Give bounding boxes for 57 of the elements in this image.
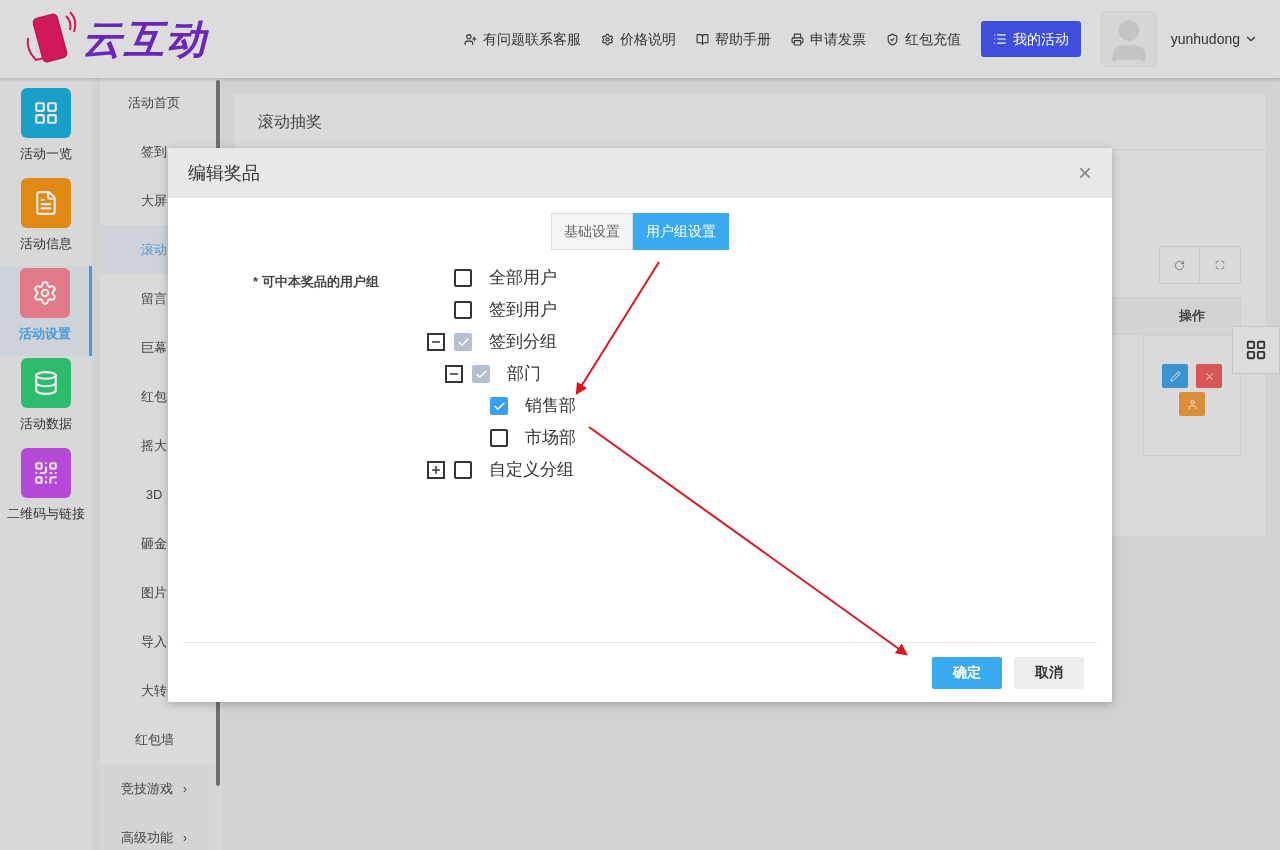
checkbox[interactable] bbox=[454, 301, 472, 319]
tree-label: 全部用户 bbox=[489, 267, 557, 290]
pencil-icon bbox=[1169, 370, 1181, 382]
header-link[interactable]: 申请发票 bbox=[790, 28, 866, 50]
header-link[interactable]: 有问题联系客服 bbox=[463, 28, 581, 50]
nav-label: 活动一览 bbox=[20, 145, 72, 163]
user-icon bbox=[1186, 398, 1198, 410]
checkbox[interactable] bbox=[454, 333, 472, 351]
check-icon bbox=[492, 399, 506, 413]
close-icon bbox=[1203, 370, 1215, 382]
header-link[interactable]: 帮助手册 bbox=[695, 28, 771, 50]
grid-icon bbox=[1245, 339, 1267, 361]
list-icon bbox=[992, 32, 1007, 46]
refresh-icon bbox=[1174, 259, 1185, 271]
submenu-item[interactable]: 活动首页 bbox=[100, 78, 215, 127]
fullscreen-icon bbox=[1215, 260, 1225, 270]
checkbox[interactable] bbox=[490, 429, 508, 447]
header-link[interactable]: 红包充值 bbox=[885, 28, 961, 50]
my-activities-button[interactable]: 我的活动 bbox=[980, 21, 1081, 57]
nav-item[interactable]: 活动信息 bbox=[0, 176, 92, 266]
collapse-icon[interactable] bbox=[445, 365, 463, 383]
header-link[interactable]: 价格说明 bbox=[600, 28, 676, 50]
tree-label: 部门 bbox=[507, 363, 541, 386]
checkbox[interactable] bbox=[454, 461, 472, 479]
shield-icon bbox=[885, 32, 899, 46]
nav-item[interactable]: 活动数据 bbox=[0, 356, 92, 446]
cancel-button[interactable]: 取消 bbox=[1014, 656, 1084, 689]
tree-label: 市场部 bbox=[525, 427, 576, 450]
checkbox[interactable] bbox=[454, 269, 472, 287]
expand-icon[interactable] bbox=[427, 461, 445, 479]
check-icon bbox=[474, 367, 488, 381]
tree-label: 签到用户 bbox=[489, 299, 557, 322]
submenu-item[interactable]: 红包墙 bbox=[100, 715, 215, 764]
checkbox[interactable] bbox=[472, 365, 490, 383]
checkbox[interactable] bbox=[490, 397, 508, 415]
nav-item[interactable]: 活动一览 bbox=[0, 86, 92, 176]
check-icon bbox=[456, 335, 470, 349]
gear-icon bbox=[600, 32, 614, 46]
tree-label: 签到分组 bbox=[489, 331, 557, 354]
nav-label: 二维码与链接 bbox=[7, 505, 85, 523]
field-label: * 可中本奖品的用户组 bbox=[253, 273, 380, 291]
tab[interactable]: 基础设置 bbox=[551, 213, 633, 250]
logo-text: 云互动 bbox=[82, 16, 208, 63]
plus-icon bbox=[430, 464, 442, 476]
user-plus-icon bbox=[463, 32, 477, 46]
book-icon bbox=[695, 32, 709, 46]
nav-label: 活动数据 bbox=[20, 415, 72, 433]
nav-item[interactable]: 二维码与链接 bbox=[0, 446, 92, 536]
nav-label: 活动设置 bbox=[18, 325, 71, 343]
page-title: 滚动抽奖 bbox=[258, 111, 322, 132]
collapse-icon[interactable] bbox=[427, 333, 445, 351]
tree-label: 销售部 bbox=[525, 395, 576, 418]
printer-icon bbox=[790, 32, 804, 46]
username[interactable]: yunhudong bbox=[1170, 28, 1240, 50]
nav-label: 活动信息 bbox=[20, 235, 72, 253]
column-toggle-button[interactable] bbox=[1232, 326, 1280, 374]
tree-label: 自定义分组 bbox=[489, 459, 574, 482]
